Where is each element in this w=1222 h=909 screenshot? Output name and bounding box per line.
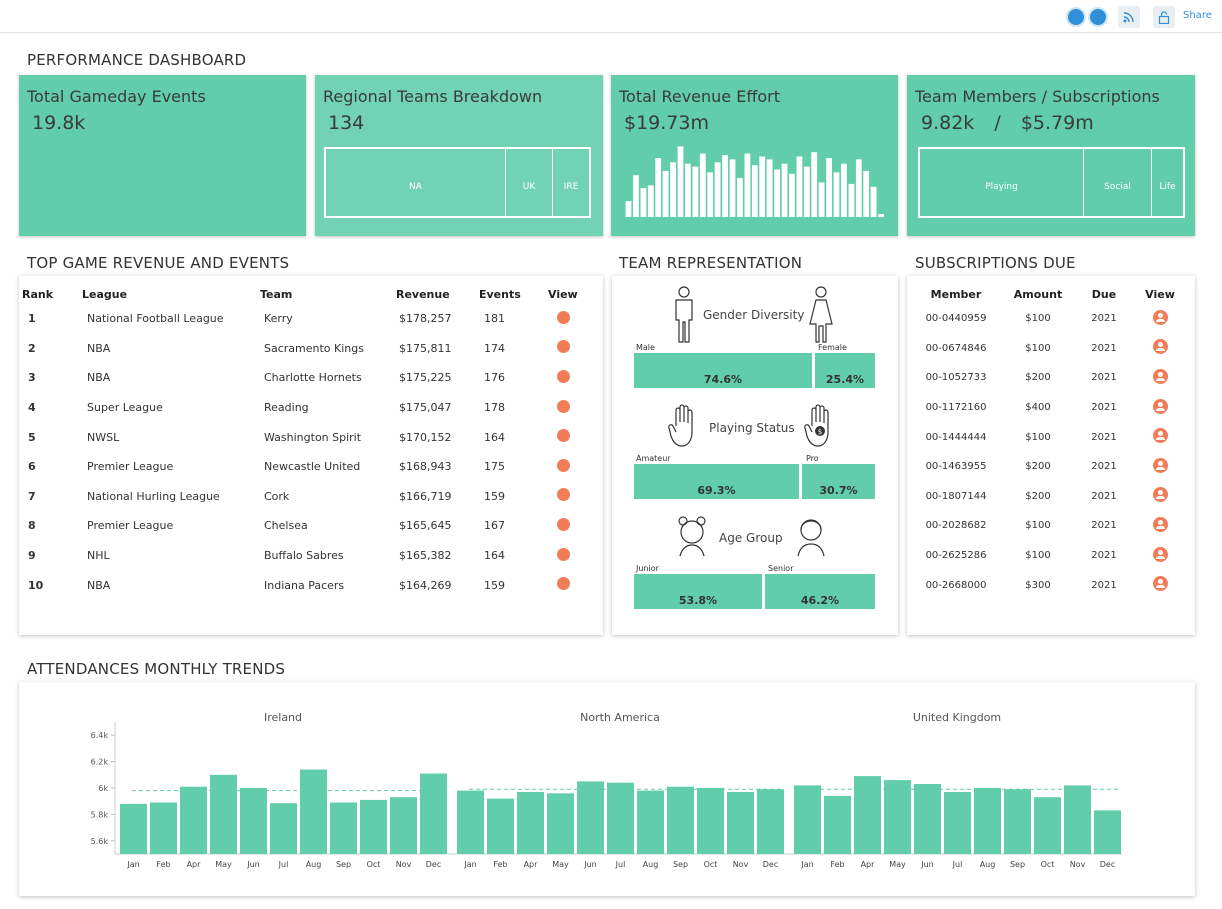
x-tick-label: Nov	[733, 860, 749, 869]
x-tick-label: Feb	[493, 860, 507, 869]
x-tick-label: Dec	[763, 860, 778, 869]
attendance-bar[interactable]	[884, 780, 911, 854]
attendance-bar[interactable]	[824, 795, 851, 854]
x-tick-label: Feb	[830, 860, 844, 869]
x-tick-label: Jul	[278, 860, 289, 869]
x-tick-label: Apr	[524, 860, 539, 869]
attendance-bar[interactable]	[794, 785, 821, 854]
attendance-bar[interactable]	[974, 788, 1001, 854]
x-tick-label: Aug	[980, 860, 996, 869]
attendance-bar[interactable]	[577, 781, 604, 854]
x-tick-label: Nov	[1070, 860, 1086, 869]
x-tick-label: Dec	[1100, 860, 1115, 869]
x-tick-label: Sep	[1010, 860, 1025, 869]
attendance-bar[interactable]	[637, 790, 664, 854]
x-tick-label: Jan	[463, 860, 476, 869]
attendance-bar[interactable]	[517, 792, 544, 854]
attendance-bar[interactable]	[914, 784, 941, 854]
attendance-bar[interactable]	[420, 773, 447, 855]
x-tick-label: Jul	[615, 860, 626, 869]
x-tick-label: Oct	[704, 860, 718, 869]
attendance-bar[interactable]	[1034, 797, 1061, 854]
x-tick-label: Aug	[643, 860, 659, 869]
x-tick-label: Jun	[583, 860, 597, 869]
attendance-bar[interactable]	[360, 799, 387, 854]
panel-title: Ireland	[264, 711, 302, 724]
x-tick-label: Jun	[920, 860, 934, 869]
x-tick-label: May	[215, 860, 232, 869]
y-tick-label: 5.6k	[91, 837, 109, 846]
panel-title: United Kingdom	[913, 711, 1001, 724]
y-tick-label: 6.4k	[91, 731, 109, 740]
attendance-bar[interactable]	[150, 802, 177, 855]
x-tick-label: Feb	[156, 860, 170, 869]
y-tick-label: 6k	[98, 784, 108, 793]
attendance-bar[interactable]	[180, 786, 207, 854]
attendance-bar[interactable]	[120, 803, 147, 854]
y-tick-label: 5.8k	[91, 810, 109, 819]
attendance-chart: 5.6k 5.8k 6k 6.2k 6.4k Ireland Jan Feb Apr May Jun…	[91, 711, 1122, 869]
x-tick-label: Jun	[246, 860, 260, 869]
x-tick-label: Sep	[336, 860, 351, 869]
attendance-bar[interactable]	[727, 792, 754, 854]
x-tick-label: Dec	[426, 860, 441, 869]
attendance-bar[interactable]	[944, 792, 971, 854]
x-tick-label: Apr	[861, 860, 876, 869]
attendance-bar[interactable]	[390, 797, 417, 854]
attendance-bar[interactable]	[1064, 785, 1091, 854]
attendance-bar[interactable]	[1004, 789, 1031, 854]
x-tick-label: Oct	[367, 860, 381, 869]
x-tick-label: Aug	[306, 860, 322, 869]
y-tick-label: 6.2k	[91, 758, 109, 767]
x-tick-label: Nov	[396, 860, 412, 869]
attendance-bar[interactable]	[457, 790, 484, 854]
attendance-bar[interactable]	[667, 786, 694, 854]
attendance-bar[interactable]	[697, 788, 724, 854]
attendance-bar[interactable]	[240, 788, 267, 854]
attendance-bar[interactable]	[270, 803, 297, 854]
x-tick-label: Jul	[952, 860, 963, 869]
attendance-bar[interactable]	[757, 789, 784, 854]
x-tick-label: Jan	[126, 860, 139, 869]
attendance-bar[interactable]	[547, 793, 574, 854]
attendance-bar[interactable]	[487, 798, 514, 854]
x-tick-label: May	[552, 860, 569, 869]
x-tick-label: Oct	[1041, 860, 1055, 869]
x-tick-label: Apr	[187, 860, 202, 869]
x-tick-label: Sep	[673, 860, 688, 869]
panel-title: North America	[580, 711, 660, 724]
x-tick-label: Jan	[800, 860, 813, 869]
attendance-bar[interactable]	[330, 802, 357, 855]
attendance-bar[interactable]	[854, 776, 881, 854]
attendance-bar[interactable]	[1094, 810, 1121, 854]
attendance-bar[interactable]	[210, 774, 237, 854]
attendance-bar[interactable]	[300, 769, 327, 855]
attendance-bar[interactable]	[607, 782, 634, 854]
x-tick-label: May	[889, 860, 906, 869]
